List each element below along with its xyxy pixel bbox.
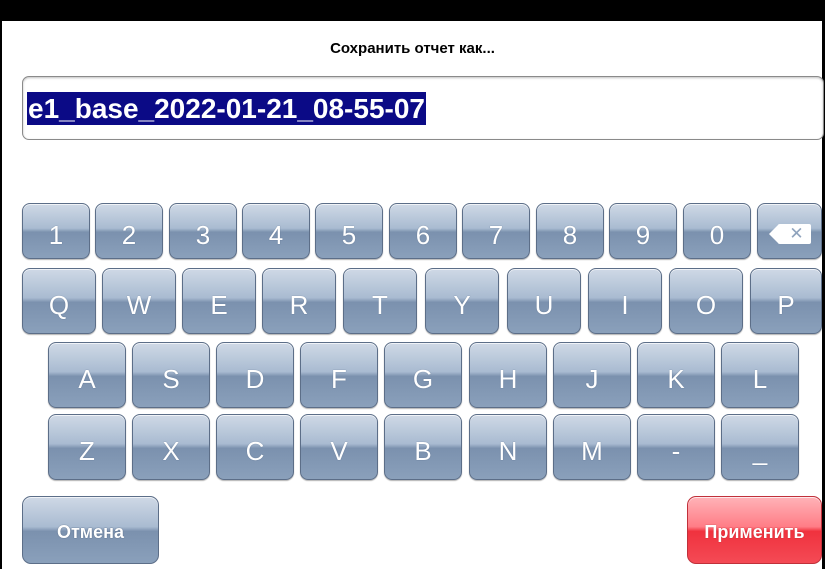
key-n[interactable]: N	[469, 414, 547, 480]
key-e[interactable]: E	[182, 268, 256, 334]
key-underscore[interactable]: _	[721, 414, 799, 480]
key-c[interactable]: C	[216, 414, 294, 480]
key-7[interactable]: 7	[462, 203, 530, 259]
key-o[interactable]: O	[669, 268, 743, 334]
key-t[interactable]: T	[343, 268, 417, 334]
key-q[interactable]: Q	[22, 268, 96, 334]
key-0[interactable]: 0	[683, 203, 751, 259]
key-a[interactable]: A	[48, 342, 126, 408]
key-d[interactable]: D	[216, 342, 294, 408]
key-l[interactable]: L	[721, 342, 799, 408]
key-y[interactable]: Y	[425, 268, 499, 334]
apply-button[interactable]: Применить	[687, 496, 822, 564]
key-j[interactable]: J	[553, 342, 631, 408]
key-w[interactable]: W	[102, 268, 176, 334]
key-g[interactable]: G	[384, 342, 462, 408]
key-3[interactable]: 3	[169, 203, 237, 259]
key-9[interactable]: 9	[609, 203, 677, 259]
key-x[interactable]: X	[132, 414, 210, 480]
filename-selected-text[interactable]: e1_base_2022-01-21_08-55-07	[27, 92, 426, 125]
key-z[interactable]: Z	[48, 414, 126, 480]
backspace-icon: ✕	[768, 224, 811, 244]
key-p[interactable]: P	[750, 268, 822, 334]
key-k[interactable]: K	[637, 342, 715, 408]
top-bar	[0, 0, 825, 21]
key-f[interactable]: F	[300, 342, 378, 408]
key-hyphen[interactable]: -	[637, 414, 715, 480]
key-v[interactable]: V	[300, 414, 378, 480]
backspace-key[interactable]: ✕	[757, 203, 822, 259]
key-b[interactable]: B	[384, 414, 462, 480]
key-8[interactable]: 8	[536, 203, 604, 259]
key-2[interactable]: 2	[95, 203, 163, 259]
key-4[interactable]: 4	[242, 203, 310, 259]
key-u[interactable]: U	[507, 268, 581, 334]
filename-input[interactable]: e1_base_2022-01-21_08-55-07	[22, 76, 824, 140]
key-s[interactable]: S	[132, 342, 210, 408]
cancel-button[interactable]: Отмена	[22, 496, 159, 564]
key-i[interactable]: I	[588, 268, 662, 334]
key-6[interactable]: 6	[389, 203, 457, 259]
key-r[interactable]: R	[262, 268, 336, 334]
key-m[interactable]: M	[553, 414, 631, 480]
key-1[interactable]: 1	[22, 203, 90, 259]
left-border	[0, 21, 2, 569]
key-5[interactable]: 5	[315, 203, 383, 259]
dialog-title: Сохранить отчет как...	[330, 40, 495, 57]
key-h[interactable]: H	[469, 342, 547, 408]
